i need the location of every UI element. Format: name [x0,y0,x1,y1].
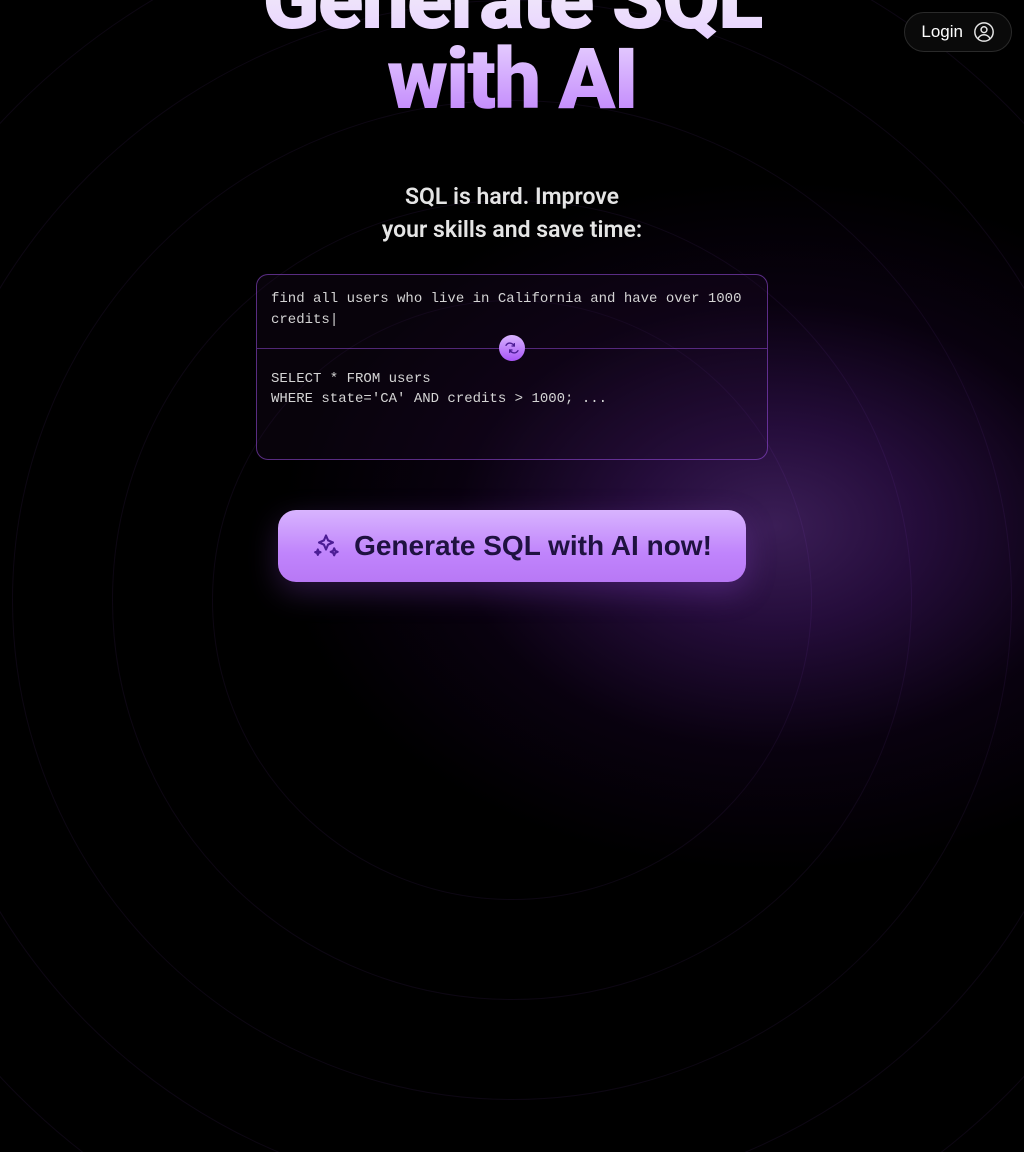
swap-button[interactable] [499,335,525,361]
prompt-text: find all users who live in California an… [271,291,741,327]
swap-icon [504,340,520,356]
cta-label: Generate SQL with AI now! [354,530,712,562]
login-label: Login [921,22,963,42]
preview-divider [257,348,767,349]
subtitle-line-1: SQL is hard. Improve [405,183,619,210]
sparkles-icon [312,532,340,560]
sql-output-area: SELECT * FROM users WHERE state='CA' AND… [257,349,767,459]
hero: Generate SQL with AI SQL is hard. Improv… [0,0,1024,582]
page-title: Generate SQL with AI [262,0,761,120]
subtitle: SQL is hard. Improve your skills and sav… [382,180,642,247]
subtitle-line-2: your skills and save time: [382,216,642,243]
login-button[interactable]: Login [904,12,1012,52]
sql-preview: find all users who live in California an… [256,274,768,460]
sql-line-2: WHERE state='CA' AND credits > 1000; ... [271,389,753,409]
title-line-2: with AI [387,30,637,129]
generate-sql-button[interactable]: Generate SQL with AI now! [278,510,746,582]
sql-line-1: SELECT * FROM users [271,369,753,389]
user-circle-icon [973,21,995,43]
